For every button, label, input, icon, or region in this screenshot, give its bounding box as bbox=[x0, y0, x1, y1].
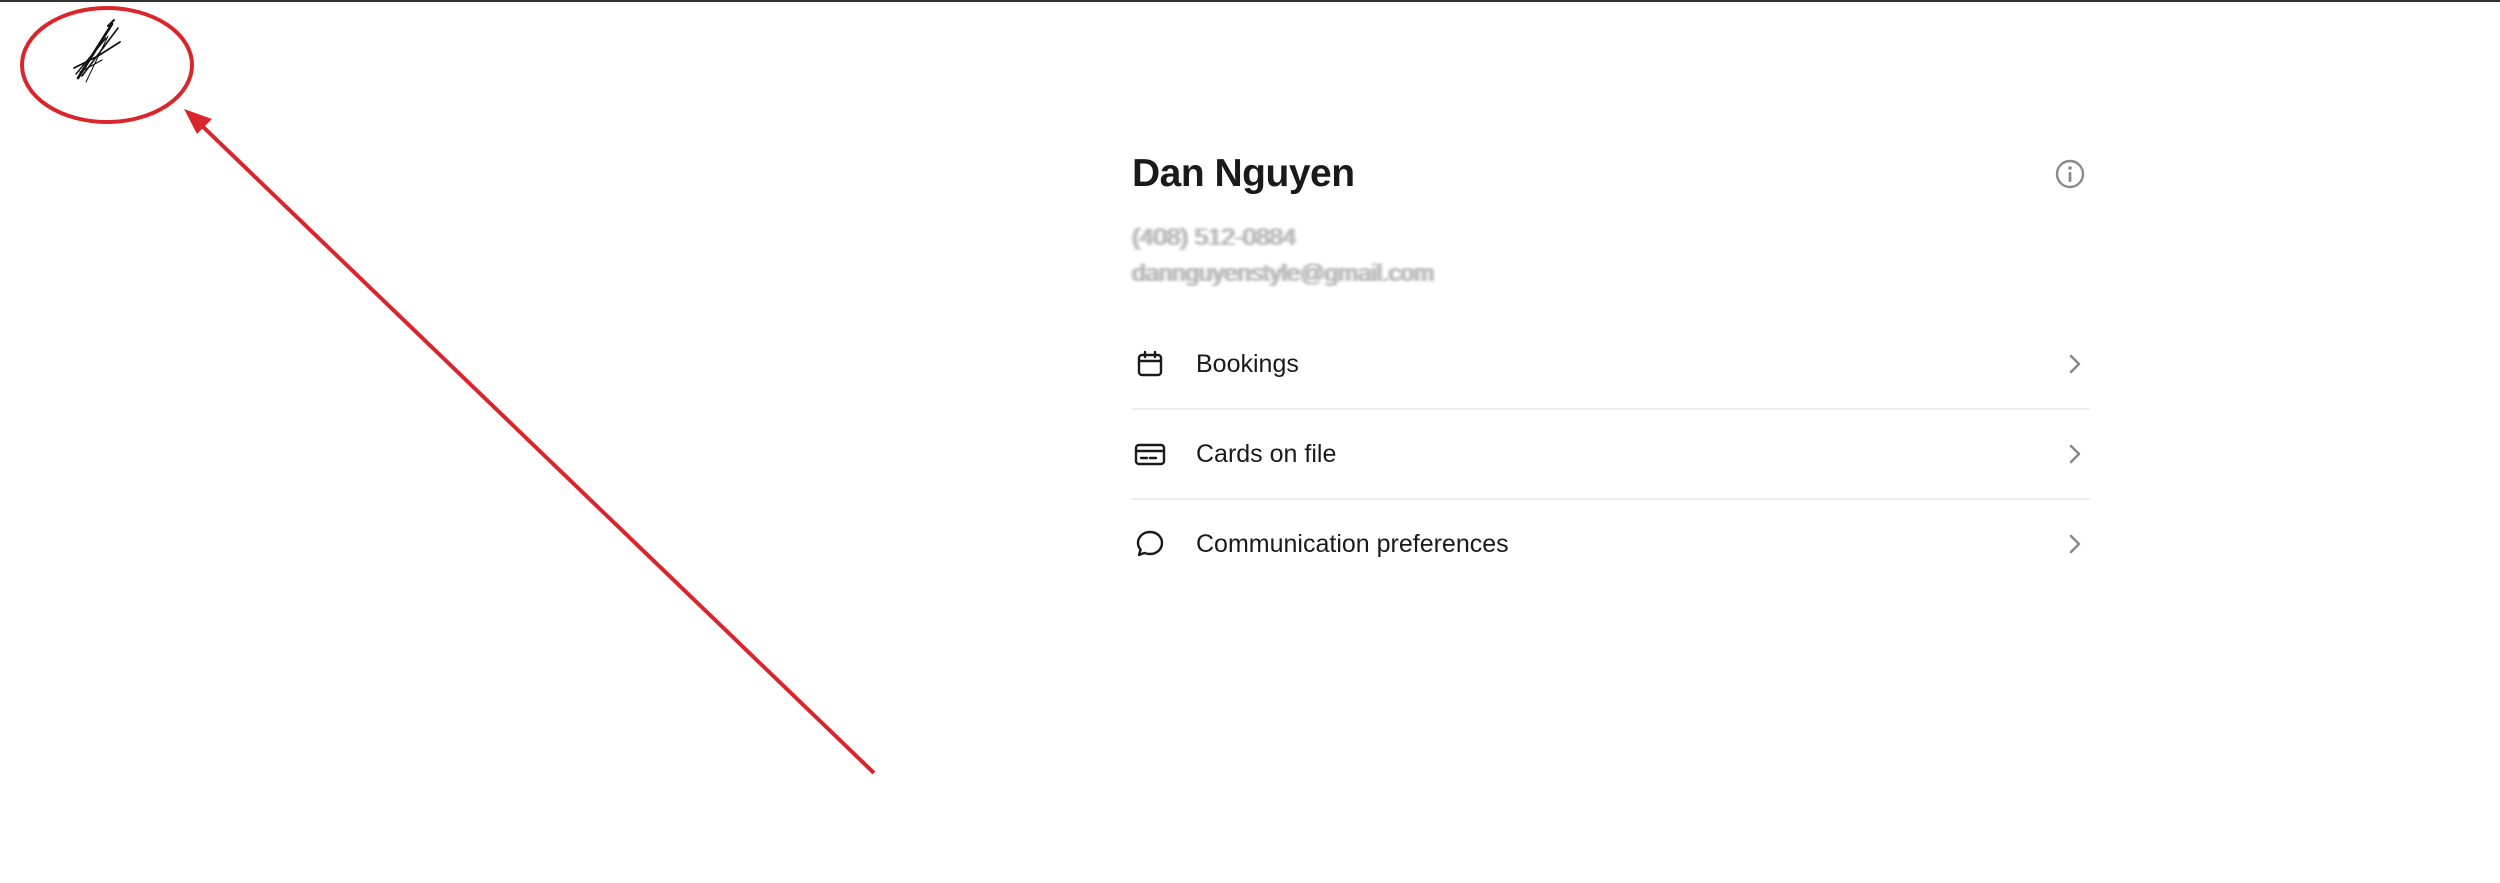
annotation-arrow-line bbox=[194, 118, 876, 775]
contact-info: (408) 512-0884 dannguyenstyle@gmail.com bbox=[1132, 220, 2090, 292]
profile-panel: Dan Nguyen (408) 512-0884 dannguyenstyle… bbox=[1132, 142, 2090, 588]
menu-item-communication-preferences[interactable]: Communication preferences bbox=[1132, 500, 2090, 588]
menu-item-label: Cards on file bbox=[1196, 439, 1337, 468]
page: Dan Nguyen (408) 512-0884 dannguyenstyle… bbox=[0, 0, 2500, 883]
credit-card-icon bbox=[1132, 436, 1168, 472]
profile-header: Dan Nguyen bbox=[1132, 142, 2090, 206]
chevron-right-icon bbox=[2060, 529, 2090, 559]
brand-logo[interactable] bbox=[68, 16, 132, 86]
info-circle-icon bbox=[2055, 159, 2085, 189]
menu-item-label: Communication preferences bbox=[1196, 529, 1509, 558]
profile-name: Dan Nguyen bbox=[1132, 152, 1355, 195]
annotation-arrowhead bbox=[184, 109, 212, 134]
profile-phone: (408) 512-0884 bbox=[1132, 224, 1297, 251]
menu-item-cards-on-file[interactable]: Cards on file bbox=[1132, 410, 2090, 500]
account-menu: Bookings Cards on file Communication pre… bbox=[1132, 320, 2090, 588]
calendar-icon bbox=[1132, 346, 1168, 382]
chevron-right-icon bbox=[2060, 439, 2090, 469]
chat-bubble-icon bbox=[1132, 526, 1168, 562]
menu-item-bookings[interactable]: Bookings bbox=[1132, 320, 2090, 410]
chevron-right-icon bbox=[2060, 349, 2090, 379]
profile-email: dannguyenstyle@gmail.com bbox=[1132, 260, 1434, 287]
menu-item-label: Bookings bbox=[1196, 349, 1299, 378]
info-button[interactable] bbox=[2050, 154, 2090, 194]
logo-strokes-icon bbox=[73, 19, 121, 83]
